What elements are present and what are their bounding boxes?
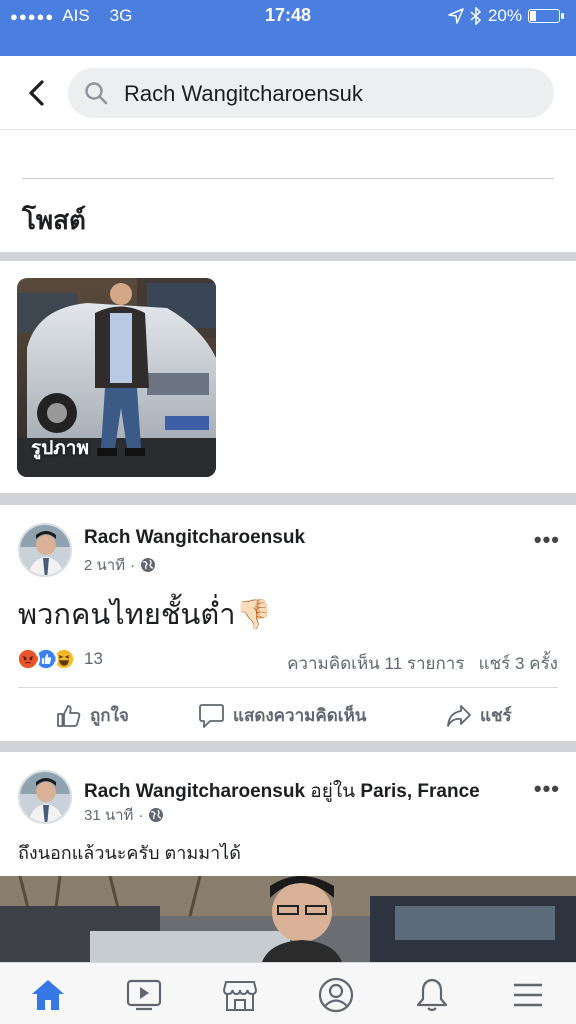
- meta-separator: ·: [130, 556, 136, 574]
- post-time[interactable]: 31 นาที: [84, 803, 133, 827]
- post-author[interactable]: Rach Wangitcharoensuk: [84, 527, 305, 549]
- nav-notifications[interactable]: [412, 975, 452, 1015]
- search-query: Rach Wangitcharoensuk: [124, 81, 363, 106]
- post-location[interactable]: Paris, France: [360, 781, 479, 802]
- home-icon: [32, 980, 64, 1010]
- divider: [18, 687, 558, 688]
- menu-icon: [514, 983, 542, 1007]
- nav-menu[interactable]: [508, 975, 548, 1015]
- comment-icon: [199, 703, 224, 728]
- search-input[interactable]: Rach Wangitcharoensuk: [68, 68, 554, 118]
- bluetooth-icon: [470, 7, 482, 25]
- status-bar: ●●●●● AIS 3G 17:48 20%: [0, 0, 576, 56]
- section-separator: [0, 493, 576, 505]
- marketplace-icon: [222, 981, 258, 1011]
- section-separator: [0, 252, 576, 261]
- location-prefix: อยู่ใน: [310, 781, 356, 802]
- reaction-count: 13: [84, 649, 103, 668]
- comment-count[interactable]: ความคิดเห็น 11 รายการ: [287, 654, 464, 673]
- post-card: Rach Wangitcharoensuk 2 นาที · ••• พวกคน…: [0, 505, 576, 741]
- nav-marketplace[interactable]: [220, 975, 260, 1015]
- avatar[interactable]: [18, 523, 72, 577]
- posts-section-title: โพสต์: [22, 205, 86, 235]
- avatar-image: [20, 772, 70, 822]
- share-label: แชร์: [480, 706, 512, 725]
- post-meta: 2 นาที ·: [84, 553, 156, 577]
- post-card: Rach Wangitcharoensuk อยู่ใน Paris, Fran…: [0, 752, 576, 962]
- post-author[interactable]: Rach Wangitcharoensuk: [84, 781, 305, 802]
- post-author-line: Rach Wangitcharoensuk อยู่ใน Paris, Fran…: [84, 776, 480, 806]
- back-arrow-icon[interactable]: [22, 78, 52, 108]
- section-separator: [0, 741, 576, 752]
- globe-icon: [141, 558, 156, 572]
- meta-separator: ·: [138, 806, 144, 824]
- search-header: Rach Wangitcharoensuk: [0, 56, 576, 130]
- thumbs-up-icon: [57, 704, 81, 727]
- photos-tile[interactable]: รูปภาพ: [17, 278, 216, 477]
- globe-icon: [149, 808, 164, 822]
- location-arrow-icon: [448, 8, 464, 24]
- share-arrow-icon: [447, 704, 471, 727]
- post-meta: 31 นาที ·: [84, 803, 164, 827]
- nav-profile[interactable]: [316, 975, 356, 1015]
- battery-icon: [528, 9, 564, 23]
- photos-tile-label: รูปภาพ: [31, 438, 89, 459]
- like-button[interactable]: ถูกใจ: [56, 702, 129, 729]
- battery-level: [530, 11, 536, 21]
- avatar-image: [20, 525, 70, 575]
- post-text: ถึงนอกแล้วนะครับ ตามมาได้: [18, 843, 241, 863]
- bottom-nav: [0, 962, 576, 1024]
- notifications-icon: [416, 978, 448, 1012]
- like-label: ถูกใจ: [90, 706, 129, 725]
- more-options-icon[interactable]: •••: [534, 776, 560, 802]
- divider: [22, 178, 554, 179]
- comment-label: แสดงความคิดเห็น: [233, 706, 367, 725]
- share-button[interactable]: แชร์: [446, 702, 512, 729]
- battery-percent: 20%: [487, 6, 522, 25]
- nav-video[interactable]: [124, 975, 164, 1015]
- nav-home[interactable]: [28, 975, 68, 1015]
- avatar[interactable]: [18, 770, 72, 824]
- post-text: พวกคนไทยชั้นต่ำ👎🏻: [18, 599, 272, 631]
- more-options-icon[interactable]: •••: [534, 527, 560, 553]
- post-photo[interactable]: [0, 876, 576, 962]
- post-time[interactable]: 2 นาที: [84, 553, 125, 577]
- comment-share-stats[interactable]: ความคิดเห็น 11 รายการ แชร์ 3 ครั้ง: [287, 650, 558, 677]
- profile-icon: [318, 977, 354, 1013]
- share-count[interactable]: แชร์ 3 ครั้ง: [479, 654, 558, 673]
- comment-button[interactable]: แสดงความคิดเห็น: [198, 702, 366, 729]
- search-icon: [85, 82, 108, 105]
- reaction-summary[interactable]: 13: [16, 647, 103, 671]
- posts-section-header: โพสต์: [0, 130, 576, 252]
- angry-reaction-icon: [16, 647, 40, 671]
- video-icon: [126, 979, 162, 1011]
